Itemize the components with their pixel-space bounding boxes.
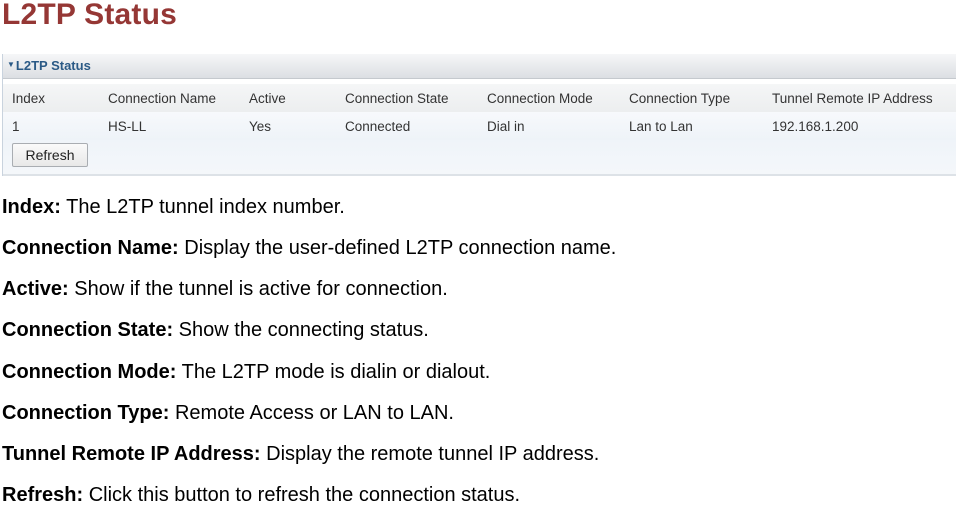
description-text: Show if the tunnel is active for connect… xyxy=(68,278,448,300)
cell-connection-state: Connected xyxy=(345,119,411,134)
description-connection-mode: Connection Mode: The L2TP mode is dialin… xyxy=(2,361,490,384)
description-term: Connection Mode: xyxy=(2,361,177,383)
description-text: Click this button to refresh the connect… xyxy=(83,484,521,506)
description-text: The L2TP mode is dialin or dialout. xyxy=(176,361,491,383)
cell-connection-mode: Dial in xyxy=(487,119,525,134)
description-term: Connection Type: xyxy=(2,402,170,424)
cell-tunnel-remote-ip: 192.168.1.200 xyxy=(772,119,859,134)
description-tunnel-remote-ip: Tunnel Remote IP Address: Display the re… xyxy=(2,443,599,466)
description-term: Connection State: xyxy=(2,319,174,341)
column-header-connection-mode: Connection Mode xyxy=(487,91,593,106)
description-text: Display the user-defined L2TP connection… xyxy=(178,237,617,259)
column-header-connection-name: Connection Name xyxy=(108,91,217,106)
cell-connection-name: HS-LL xyxy=(108,119,147,134)
description-text: Display the remote tunnel IP address. xyxy=(260,443,600,465)
table-row: 1 HS-LL Yes Connected Dial in Lan to Lan… xyxy=(3,112,956,140)
description-text: Remote Access or LAN to LAN. xyxy=(169,402,454,424)
cell-index: 1 xyxy=(12,119,20,134)
description-connection-type: Connection Type: Remote Access or LAN to… xyxy=(2,402,454,425)
column-header-connection-state: Connection State xyxy=(345,91,449,106)
column-header-tunnel-remote-ip: Tunnel Remote IP Address xyxy=(772,91,933,106)
description-text: The L2TP tunnel index number. xyxy=(60,196,345,218)
panel-title-text: L2TP Status xyxy=(15,58,91,73)
status-table: Index Connection Name Active Connection … xyxy=(3,84,956,174)
cell-active: Yes xyxy=(249,119,272,134)
panel-header[interactable]: ▼L2TP Status xyxy=(3,54,956,79)
description-connection-state: Connection State: Show the connecting st… xyxy=(2,319,429,342)
l2tp-status-panel: ▼L2TP Status Index Connection Name Activ… xyxy=(2,54,956,176)
description-connection-name: Connection Name: Display the user-define… xyxy=(2,237,616,260)
description-term: Refresh: xyxy=(2,484,84,506)
column-header-index: Index xyxy=(12,91,46,106)
cell-connection-type: Lan to Lan xyxy=(629,119,693,134)
description-active: Active: Show if the tunnel is active for… xyxy=(2,278,448,301)
column-header-active: Active xyxy=(249,91,286,106)
button-row: Refresh xyxy=(3,140,956,174)
column-header-connection-type: Connection Type xyxy=(629,91,731,106)
page-title: L2TP Status xyxy=(2,0,178,31)
refresh-button[interactable]: Refresh xyxy=(12,143,88,167)
description-term: Index: xyxy=(2,196,61,218)
triangle-down-icon: ▼ xyxy=(7,60,15,69)
description-text: Show the connecting status. xyxy=(173,319,429,341)
panel-title[interactable]: ▼L2TP Status xyxy=(7,58,91,73)
description-index: Index: The L2TP tunnel index number. xyxy=(2,196,345,219)
description-term: Connection Name: xyxy=(2,237,179,259)
panel-bottom-border xyxy=(3,174,956,176)
description-term: Active: xyxy=(2,278,69,300)
table-header-row: Index Connection Name Active Connection … xyxy=(3,84,956,112)
description-term: Tunnel Remote IP Address: xyxy=(2,443,261,465)
